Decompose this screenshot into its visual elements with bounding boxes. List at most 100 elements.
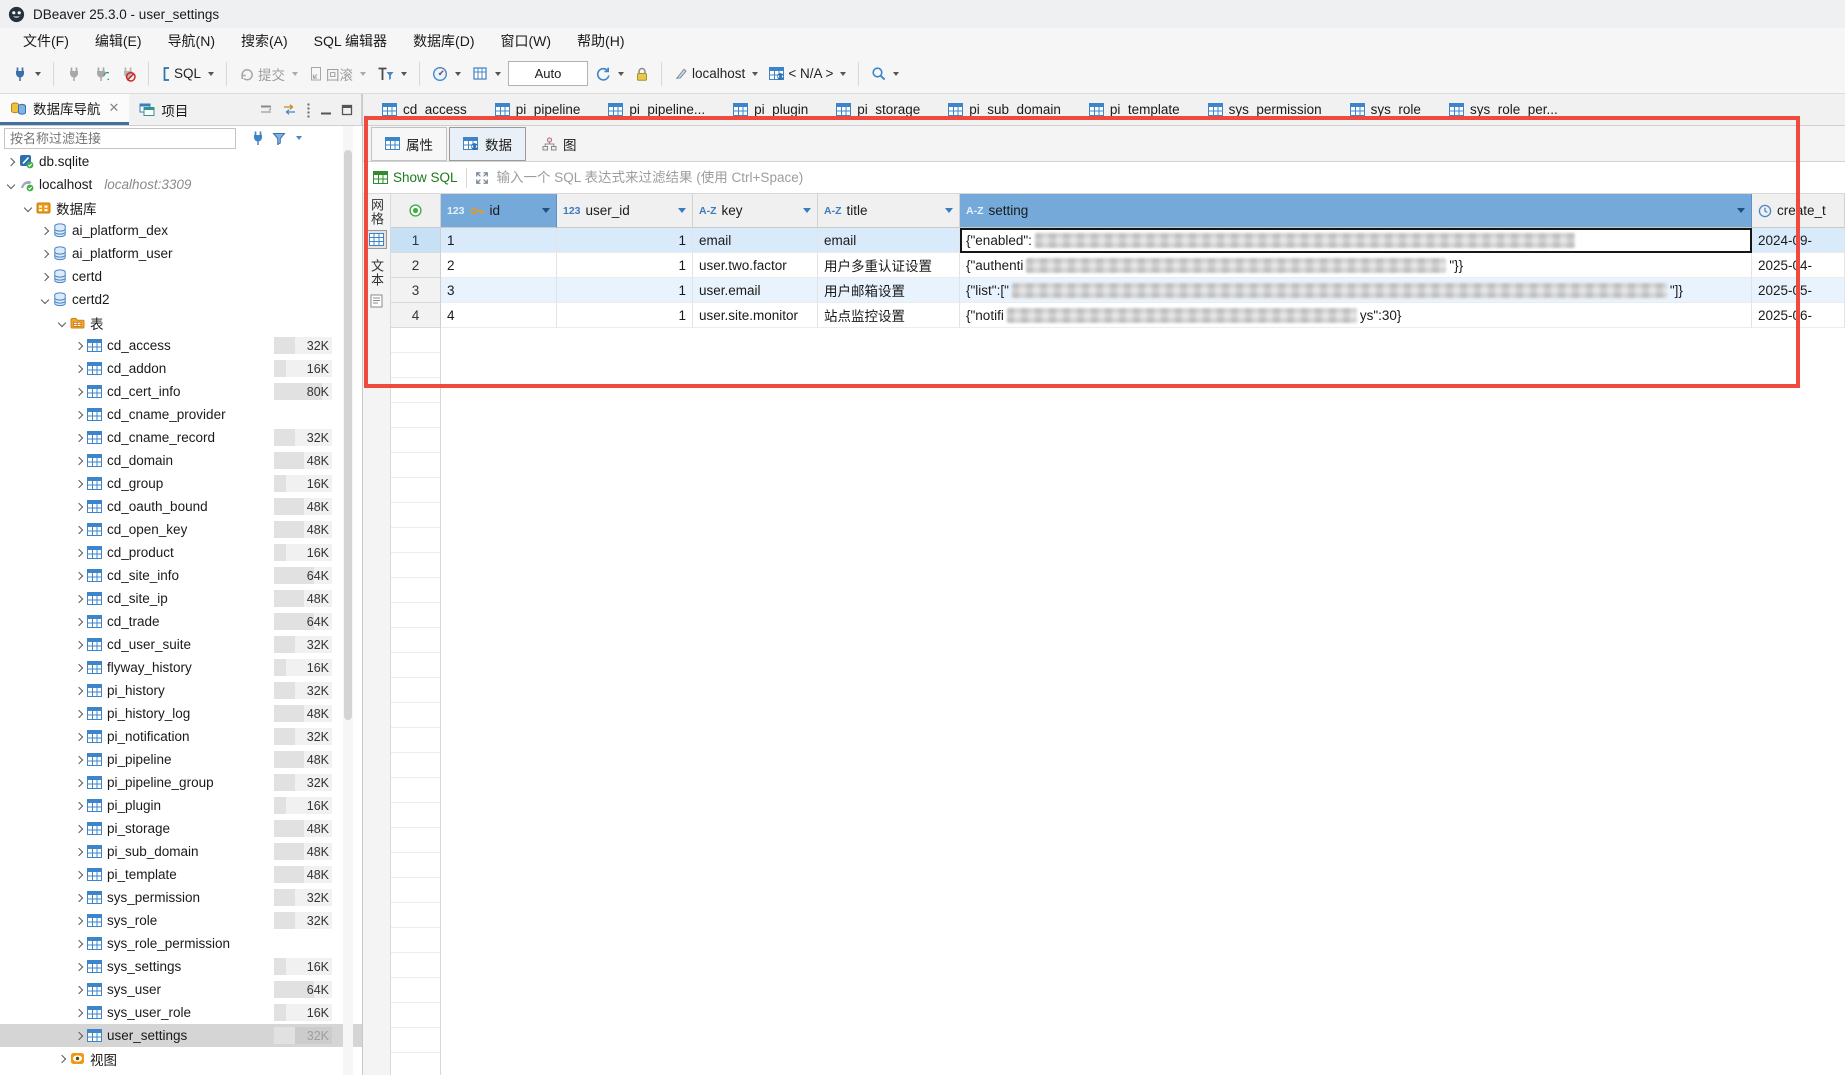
tree-item-pi_pipeline[interactable]: pi_pipeline48K: [0, 748, 362, 771]
chevron-right-icon[interactable]: [75, 525, 83, 533]
empty-row-number[interactable]: [391, 728, 441, 753]
editor-tab-pi_pipeline[interactable]: pi_pipeline: [489, 94, 603, 125]
minimize-icon[interactable]: [320, 104, 332, 116]
empty-row-number[interactable]: [391, 378, 441, 403]
tree-item-cd_addon[interactable]: cd_addon16K: [0, 357, 362, 380]
chevron-right-icon[interactable]: [75, 755, 83, 763]
cell-key[interactable]: user.two.factor: [693, 253, 818, 278]
tree-item-partial[interactable]: [0, 1070, 362, 1075]
tree-item-表[interactable]: 表: [0, 311, 362, 334]
chevron-right-icon[interactable]: [75, 686, 83, 694]
chevron-right-icon[interactable]: [75, 594, 83, 602]
chevron-right-icon[interactable]: [75, 939, 83, 947]
connect-button[interactable]: [8, 63, 45, 85]
cell-create-time[interactable]: 2025-05-: [1752, 278, 1845, 303]
show-sql-button[interactable]: Show SQL: [373, 170, 458, 185]
chevron-right-icon[interactable]: [41, 226, 49, 234]
row-number[interactable]: 3: [391, 278, 441, 303]
empty-row-number[interactable]: [391, 628, 441, 653]
empty-row-number[interactable]: [391, 1028, 441, 1053]
editor-tab-cd_access[interactable]: cd_access: [376, 94, 489, 125]
chevron-right-icon[interactable]: [75, 433, 83, 441]
chevron-right-icon[interactable]: [7, 157, 15, 165]
column-header-id[interactable]: 123id: [441, 194, 557, 228]
search-button[interactable]: [867, 63, 903, 84]
chevron-right-icon[interactable]: [75, 548, 83, 556]
transaction-mode-button[interactable]: [373, 63, 411, 85]
chevron-right-icon[interactable]: [75, 824, 83, 832]
chevron-right-icon[interactable]: [75, 341, 83, 349]
tree-item-pi_history[interactable]: pi_history32K: [0, 679, 362, 702]
menu-item-3[interactable]: 搜索(A): [228, 28, 301, 54]
tree-item-ai_platform_dex[interactable]: ai_platform_dex: [0, 219, 362, 242]
chevron-right-icon[interactable]: [75, 1031, 83, 1039]
editor-tab-sys_role_per[interactable]: sys_role_per...: [1443, 94, 1580, 125]
menu-item-4[interactable]: SQL 编辑器: [301, 28, 400, 54]
cell-user_id[interactable]: 1: [557, 278, 693, 303]
empty-row-number[interactable]: [391, 653, 441, 678]
table-row[interactable]: 331user.email用户邮箱设置{"list":[""]}2025-05-: [391, 278, 1845, 303]
connection-state-icon[interactable]: [250, 130, 266, 146]
chevron-right-icon[interactable]: [75, 732, 83, 740]
chevron-right-icon[interactable]: [75, 778, 83, 786]
tree-item-cd_oauth_bound[interactable]: cd_oauth_bound48K: [0, 495, 362, 518]
empty-row-number[interactable]: [391, 428, 441, 453]
row-number[interactable]: 1: [391, 228, 441, 253]
chevron-right-icon[interactable]: [75, 916, 83, 924]
tree-item-视图[interactable]: 视图: [0, 1047, 362, 1070]
empty-row-number[interactable]: [391, 553, 441, 578]
empty-row-number[interactable]: [391, 1003, 441, 1028]
commit-mode-combo[interactable]: Auto: [508, 61, 588, 86]
tree-item-db.sqlite[interactable]: db.sqlite: [0, 150, 362, 173]
sort-caret-icon[interactable]: [945, 208, 953, 213]
empty-row-number[interactable]: [391, 603, 441, 628]
empty-row-number[interactable]: [391, 878, 441, 903]
empty-row-number[interactable]: [391, 453, 441, 478]
abort-connection-button[interactable]: 0 16 16">: [116, 63, 140, 85]
chevron-right-icon[interactable]: [41, 249, 49, 257]
subtab-data[interactable]: 3">数据: [449, 127, 526, 161]
tree-item-pi_sub_domain[interactable]: pi_sub_domain48K: [0, 840, 362, 863]
row-number[interactable]: 4: [391, 303, 441, 328]
cell-create-time[interactable]: 2024-09-: [1752, 228, 1845, 253]
tree-item-flyway_history[interactable]: flyway_history16K: [0, 656, 362, 679]
presentation-grid[interactable]: 网格: [366, 198, 387, 249]
tree-item-pi_storage[interactable]: pi_storage48K: [0, 817, 362, 840]
cell-title[interactable]: 用户多重认证设置: [818, 253, 960, 278]
tree-item-sys_user_role[interactable]: sys_user_role16K: [0, 1001, 362, 1024]
chevron-down-icon[interactable]: [7, 180, 15, 188]
cell-create-time[interactable]: 2025-04-: [1752, 253, 1845, 278]
rollback-button[interactable]: 回滚: [305, 61, 370, 87]
editor-tab-sys_permission[interactable]: sys_permission: [1202, 94, 1344, 125]
empty-row-number[interactable]: [391, 528, 441, 553]
tab-database-navigator[interactable]: 数据库导航 ✕: [0, 94, 129, 125]
grid-corner-cell[interactable]: [391, 194, 441, 228]
editor-tab-sys_role[interactable]: sys_role: [1344, 94, 1443, 125]
table-row[interactable]: 441user.site.monitor站点监控设置{"notifiys":30…: [391, 303, 1845, 328]
chevron-right-icon[interactable]: [75, 456, 83, 464]
chevron-right-icon[interactable]: [75, 410, 83, 418]
chevron-right-icon[interactable]: [75, 617, 83, 625]
chevron-right-icon[interactable]: [75, 893, 83, 901]
tree-item-cd_domain[interactable]: cd_domain48K: [0, 449, 362, 472]
empty-row-number[interactable]: [391, 903, 441, 928]
cell-id[interactable]: 3: [441, 278, 557, 303]
empty-row-number[interactable]: [391, 753, 441, 778]
tree-item-cd_site_info[interactable]: cd_site_info64K: [0, 564, 362, 587]
tree-item-sys_role_permission[interactable]: sys_role_permission: [0, 932, 362, 955]
editor-tab-pi_sub_domain[interactable]: pi_sub_domain: [942, 94, 1083, 125]
sql-filter-input[interactable]: [497, 170, 1845, 185]
expand-filter-icon[interactable]: [475, 171, 489, 185]
performance-button[interactable]: [428, 63, 465, 85]
table-row[interactable]: 111emailemail{"enabled":2024-09-: [391, 228, 1845, 253]
sort-caret-icon[interactable]: [542, 208, 550, 213]
tree-item-sys_user[interactable]: sys_user64K: [0, 978, 362, 1001]
cell-user_id[interactable]: 1: [557, 228, 693, 253]
tree-item-cd_open_key[interactable]: cd_open_key48K: [0, 518, 362, 541]
tree-item-pi_template[interactable]: pi_template48K: [0, 863, 362, 886]
tree-item-pi_pipeline_group[interactable]: pi_pipeline_group32K: [0, 771, 362, 794]
chevron-right-icon[interactable]: [75, 571, 83, 579]
tree-item-sys_settings[interactable]: sys_settings16K: [0, 955, 362, 978]
subtab-properties[interactable]: 属性: [371, 127, 447, 161]
cell-id[interactable]: 4: [441, 303, 557, 328]
